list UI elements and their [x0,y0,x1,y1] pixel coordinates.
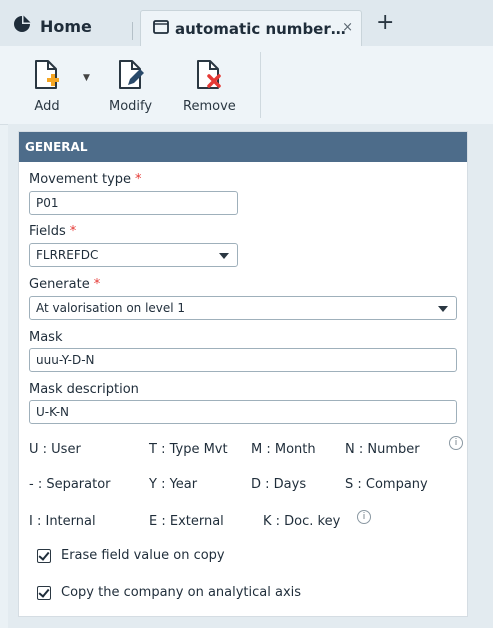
fields-label: Fields * [29,224,76,239]
mask-input[interactable]: uuu-Y-D-N [29,348,457,372]
general-panel: GENERAL Movement type * P01 Fields * FLRRE… [18,131,468,617]
modify-button[interactable]: Modify [109,58,152,114]
info-icon[interactable]: i [449,436,463,450]
mask-description-label: Mask description [29,382,139,397]
add-button[interactable]: Add [32,58,62,114]
add-button-label: Add [34,99,60,114]
copy-company-checkbox[interactable]: Copy the company on analytical axis [37,585,301,600]
movement-type-input[interactable]: P01 [29,191,238,215]
legend-type-mvt: T : Type Mvt [149,442,228,457]
add-dropdown-icon[interactable]: ▼ [83,73,90,83]
tab-home-label: Home [40,16,92,36]
remove-button-label: Remove [183,99,236,114]
tab-separator [132,22,133,40]
generate-select[interactable]: At valorisation on level 1 [29,296,457,320]
legend-internal: I : Internal [29,514,96,529]
legend-month: M : Month [251,442,316,457]
checkbox-checked-icon [37,585,51,600]
chevron-down-icon [438,306,448,312]
home-icon [12,14,32,38]
close-icon[interactable]: × [342,20,353,35]
required-marker: * [93,277,101,292]
legend-external: E : External [149,514,224,529]
tab-active-label: automatic number… [175,19,346,38]
fields-select[interactable]: FLRREFDC [29,243,238,267]
section-header: GENERAL [19,132,467,162]
mask-label: Mask [29,330,63,345]
erase-field-label: Erase field value on copy [61,548,225,563]
legend-company: S : Company [345,477,428,492]
tab-home[interactable]: Home [12,14,92,38]
tab-automatic-number[interactable]: automatic number… × [140,10,362,46]
mask-description-input[interactable]: U-K-N [29,400,457,424]
movement-type-label: Movement type * [29,172,142,187]
add-tab-button[interactable]: + [376,10,394,35]
legend-separator: - : Separator [29,477,111,492]
tab-bar: Home automatic number… × + [0,0,493,46]
generate-label-text: Generate [29,277,90,292]
legend-days: D : Days [251,477,307,492]
legend-user: U : User [29,442,81,457]
legend-number: N : Number [345,442,420,457]
document-icon [153,19,169,38]
required-marker: * [69,224,77,239]
modify-document-icon [116,58,146,96]
chevron-down-icon [219,253,229,259]
movement-type-label-text: Movement type [29,172,132,187]
erase-field-checkbox[interactable]: Erase field value on copy [37,548,225,563]
toolbar-divider [260,52,261,118]
toolbar: Add ▼ Modify Remove [0,46,493,125]
legend-doc-key: K : Doc. key [263,514,341,529]
remove-button[interactable]: Remove [183,58,236,114]
fields-select-value: FLRREFDC [36,248,99,262]
modify-button-label: Modify [109,99,153,114]
section-title: GENERAL [25,140,88,154]
copy-company-label: Copy the company on analytical axis [61,585,302,600]
checkbox-checked-icon [37,548,51,563]
generate-label: Generate * [29,277,100,292]
info-icon[interactable]: i [357,510,371,524]
generate-select-value: At valorisation on level 1 [36,301,186,315]
fields-label-text: Fields [29,224,66,239]
required-marker: * [135,172,142,187]
add-document-icon [32,58,62,96]
legend-year: Y : Year [149,477,198,492]
remove-document-icon [194,58,224,96]
